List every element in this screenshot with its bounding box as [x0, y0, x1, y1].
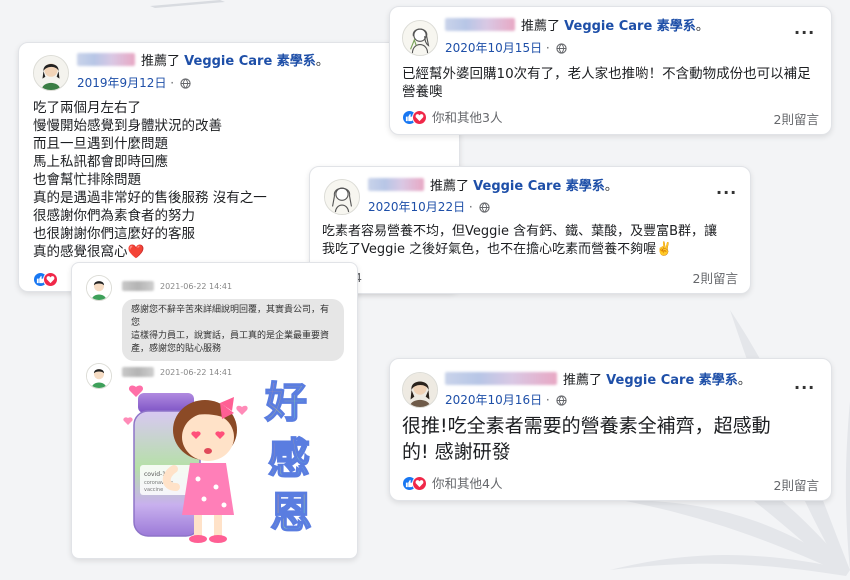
review-text: 已經幫外婆回購10次有了，老人家也推喲！不含動物成份也可以補足 營養噢 — [402, 66, 811, 100]
comment-count[interactable]: 2則留言 — [693, 268, 738, 287]
review-text: 很推!吃全素者需要的營養素全補齊，超感動 的! 感謝研發 — [402, 415, 771, 463]
chat-message-bubble: 感謝您不辭辛苦來詳細說明回覆，其實貴公司，有您 這樣得力員工，說實話，員工真的是… — [122, 299, 344, 361]
globe-icon — [478, 202, 490, 213]
reviewer-name-redacted: x — [368, 178, 424, 191]
globe-icon — [555, 395, 567, 406]
user-avatar-icon — [86, 275, 112, 301]
sticker-girl-hugging-bottle: covid-19 coronavirus vaccine 好 感 恩 — [123, 377, 313, 543]
page-link[interactable]: Veggie Care 素學系 — [606, 373, 738, 388]
reviewer-name-redacted: x — [445, 18, 515, 31]
review-card-2: x推薦了 Veggie Care 素學系。 2020年10月15日 · ··· … — [389, 6, 832, 135]
top-stroke-decoration — [150, 0, 225, 8]
more-options-button[interactable]: ··· — [794, 23, 815, 42]
page-link[interactable]: Veggie Care 素學系 — [184, 54, 316, 69]
svg-text:vaccine: vaccine — [144, 487, 163, 493]
post-date[interactable]: 2019年9月12日 — [77, 76, 166, 90]
reviewer-avatar[interactable] — [33, 55, 69, 91]
reviewer-name-redacted: x — [77, 53, 135, 66]
reaction-count[interactable]: 你和其他3人 — [432, 110, 502, 125]
sticker-text-char: 恩 — [270, 488, 312, 537]
chat-user-name-redacted — [122, 281, 154, 291]
heart-icon[interactable] — [412, 110, 427, 125]
heart-icon[interactable] — [43, 272, 58, 287]
reviewer-avatar[interactable] — [402, 372, 438, 408]
page-link[interactable]: Veggie Care 素學系 — [473, 179, 605, 194]
page-link[interactable]: Veggie Care 素學系 — [564, 19, 696, 34]
more-options-button[interactable]: ··· — [794, 378, 815, 397]
recommend-text: 推薦了 — [141, 54, 181, 69]
review-card-4: x推薦了 Veggie Care 素學系。 2020年10月16日 · ··· … — [389, 358, 832, 501]
post-date[interactable]: 2020年10月16日 — [445, 393, 542, 407]
reviewer-avatar[interactable] — [324, 179, 360, 215]
sticker-text-char: 感 — [268, 434, 310, 483]
comment-count[interactable]: 2則留言 — [774, 109, 819, 128]
heart-icon[interactable] — [412, 476, 427, 491]
reaction-count[interactable]: 你和其他4人 — [432, 476, 502, 491]
review-text: 吃素者容易營養不均，但Veggie 含有鈣、鐵、葉酸，及豐富B群，讓 我吃了Ve… — [322, 224, 718, 257]
more-options-button[interactable]: ··· — [716, 183, 737, 202]
sticker-text-char: 好 — [264, 378, 307, 427]
comment-count[interactable]: 2則留言 — [774, 475, 819, 494]
reviewer-name-redacted: x — [445, 372, 557, 385]
user-avatar-icon — [86, 363, 112, 389]
review-card-3: x推薦了 Veggie Care 素學系。 2020年10月22日 · ··· … — [309, 166, 751, 294]
chat-screenshot-card: 2021-06-22 14:41 感謝您不辭辛苦來詳細說明回覆，其實貴公司，有您… — [71, 262, 358, 559]
globe-icon — [180, 78, 191, 89]
post-date[interactable]: 2020年10月15日 — [445, 41, 542, 55]
message-timestamp: 2021-06-22 14:41 — [160, 282, 233, 291]
reviewer-avatar[interactable] — [402, 20, 438, 56]
post-date[interactable]: 2020年10月22日 — [368, 200, 465, 214]
globe-icon — [555, 43, 567, 54]
